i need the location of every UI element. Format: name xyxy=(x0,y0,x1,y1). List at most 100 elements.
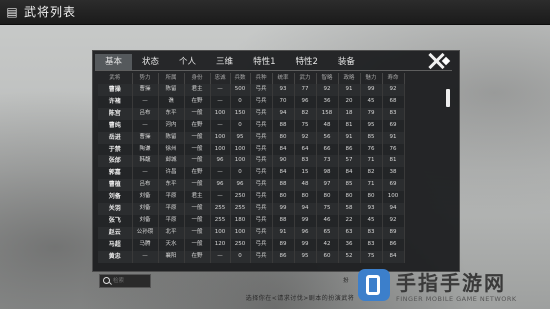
table-cell: 42 xyxy=(316,238,339,251)
table-cell: 93 xyxy=(360,203,383,215)
table-cell: 69 xyxy=(382,179,405,192)
table-cell: 80 xyxy=(294,191,317,204)
table-row[interactable]: 岳进 曹操 陈留 一般 100 95 弓兵 80 92 56 91 85 91 xyxy=(98,131,405,144)
table-cell: — xyxy=(210,119,231,132)
table-row[interactable]: 于禁 陶谦 徐州 一般 100 100 弓兵 84 64 66 86 76 76 xyxy=(98,143,405,156)
column-header[interactable]: 武将 xyxy=(98,73,133,84)
table-cell: 56 xyxy=(316,131,339,144)
table-row[interactable]: 许褚 — 谯在野 —0 弓兵 70 96 36 20 45 68 xyxy=(98,95,405,108)
general-name-cell: 陈宫 xyxy=(98,107,133,120)
side-snippet-text: 扮 xyxy=(343,278,349,284)
table-cell: — xyxy=(132,167,159,180)
table-cell: 500 xyxy=(230,84,251,96)
table-cell: 刘备 xyxy=(132,203,159,215)
tab-traits-1[interactable]: 特性1 xyxy=(243,54,285,70)
search-input[interactable] xyxy=(113,276,147,285)
search-box[interactable] xyxy=(99,274,151,288)
column-header[interactable]: 忠诚 xyxy=(210,73,231,84)
table-cell: 69 xyxy=(382,119,405,132)
table-cell: 70 xyxy=(272,95,295,108)
table-row[interactable]: 曹纯 — 河内 在野 —0 弓兵 88 75 48 81 95 69 xyxy=(98,119,405,132)
table-cell: 94 xyxy=(382,203,405,215)
tab-divider xyxy=(95,70,452,71)
table-cell: 89 xyxy=(272,238,295,251)
table-cell: 250 xyxy=(230,238,251,251)
column-header[interactable]: 寿命 xyxy=(382,73,405,84)
table-cell: 91 xyxy=(338,84,361,96)
table-cell: 弓兵 xyxy=(250,179,273,192)
table-cell: 88 xyxy=(272,119,295,132)
table-cell: 刘备 xyxy=(132,191,159,204)
column-header[interactable]: 统率 xyxy=(272,73,295,84)
table-row[interactable]: 郭嘉 — 许昌 在野 —0 弓兵 84 15 98 84 82 38 xyxy=(98,167,405,180)
table-cell: 91 xyxy=(272,226,295,239)
table-cell: 96 xyxy=(294,95,317,108)
table-row[interactable]: 曹植 吕布 东平 一般 96 96 弓兵 88 48 97 85 71 69 xyxy=(98,179,405,192)
general-name-cell: 于禁 xyxy=(98,143,133,156)
table-cell: 陶谦 xyxy=(132,143,159,156)
table-cell: 一般 xyxy=(184,143,211,156)
table-cell: 83 xyxy=(360,226,383,239)
table-cell: 80 xyxy=(360,191,383,204)
table-cell: 君主 xyxy=(184,191,211,204)
tab-traits-2[interactable]: 特性2 xyxy=(285,54,327,70)
table-cell: 平原 xyxy=(158,214,185,227)
table-cell: 在野 xyxy=(184,119,211,132)
table-row[interactable]: 刘备 刘备 平原 君主 —250 弓兵 80 80 80 80 80 100 xyxy=(98,191,405,204)
table-cell: 91 xyxy=(382,131,405,144)
table-cell: 90 xyxy=(272,155,295,168)
table-cell: 92 xyxy=(382,84,405,96)
table-cell: — xyxy=(210,84,231,96)
table-cell: 许昌 xyxy=(158,167,185,180)
table-row[interactable]: 张郃 韩馥 邺城 一般 96 100 弓兵 90 83 73 57 71 81 xyxy=(98,155,405,168)
column-header[interactable]: 势力 xyxy=(132,73,159,84)
tab-status[interactable]: 状态 xyxy=(132,54,169,70)
table-cell: 94 xyxy=(272,107,295,120)
table-cell: 徐州 xyxy=(158,143,185,156)
tab-three-stats[interactable]: 三维 xyxy=(206,54,243,70)
table-cell: 77 xyxy=(294,84,317,96)
table-row[interactable]: 关羽 刘备 平原 一般 255 255 弓兵 99 94 75 58 93 94 xyxy=(98,203,405,215)
table-cell: 36 xyxy=(338,238,361,251)
table-cell: 0 xyxy=(230,167,251,180)
general-name-cell: 刘备 xyxy=(98,191,133,204)
table-cell: 75 xyxy=(294,119,317,132)
general-name-cell: 曹纯 xyxy=(98,119,133,132)
table-cell: 92 xyxy=(294,131,317,144)
table-cell: 0 xyxy=(230,119,251,132)
column-header[interactable]: 兵数 xyxy=(230,73,251,84)
table-row[interactable]: 张飞 刘备 平原 一般 255 180 弓兵 88 99 46 22 45 92 xyxy=(98,214,405,227)
column-header[interactable]: 政略 xyxy=(338,73,361,84)
table-cell: 180 xyxy=(230,214,251,227)
menu-icon[interactable]: ▤ xyxy=(5,5,19,19)
table-cell: 95 xyxy=(294,250,317,263)
table-cell: 一般 xyxy=(184,155,211,168)
tab-basic[interactable]: 基本 xyxy=(95,54,133,70)
table-cell: 86 xyxy=(382,238,405,251)
table-row[interactable]: 赵云 公孙瓒 北平 一般 100 100 弓兵 91 96 65 63 83 89 xyxy=(98,226,405,239)
table-row[interactable]: 曹操 曹操 陈留 君主 —500 弓兵 93 77 92 91 99 92 xyxy=(98,84,405,96)
tab-personal[interactable]: 个人 xyxy=(169,54,206,70)
column-header[interactable]: 身份 xyxy=(184,73,211,84)
watermark: 手指手游网 FINGER MOBILE GAME NETWORK xyxy=(358,266,548,308)
table-cell: 99 xyxy=(272,203,295,215)
table-cell: 97 xyxy=(316,179,339,192)
table-cell: 48 xyxy=(294,179,317,192)
table-cell: 君主 xyxy=(184,84,211,96)
general-name-cell: 关羽 xyxy=(98,203,133,215)
scrollbar-thumb[interactable] xyxy=(446,89,450,107)
table-cell: 85 xyxy=(360,131,383,144)
table-row[interactable]: 黄忠 — 襄阳 在野 —0 弓兵 86 95 60 52 75 84 xyxy=(98,250,405,263)
table-cell: 75 xyxy=(316,203,339,215)
table-row[interactable]: 马超 马腾 天水 一般 120 250 弓兵 89 99 42 36 83 86 xyxy=(98,238,405,251)
table-cell: — xyxy=(210,167,231,180)
tab-equipment[interactable]: 装备 xyxy=(328,54,365,70)
column-header[interactable]: 武力 xyxy=(294,73,317,84)
table-cell: 68 xyxy=(382,95,405,108)
column-header[interactable]: 魅力 xyxy=(360,73,383,84)
table-cell: 一般 xyxy=(184,179,211,192)
column-header[interactable]: 兵种 xyxy=(250,73,273,84)
column-header[interactable]: 所属 xyxy=(158,73,185,84)
table-row[interactable]: 陈宫 吕布 东平 一般 100 150 弓兵 94 82 158 18 79 83 xyxy=(98,107,405,120)
column-header[interactable]: 智略 xyxy=(316,73,339,84)
